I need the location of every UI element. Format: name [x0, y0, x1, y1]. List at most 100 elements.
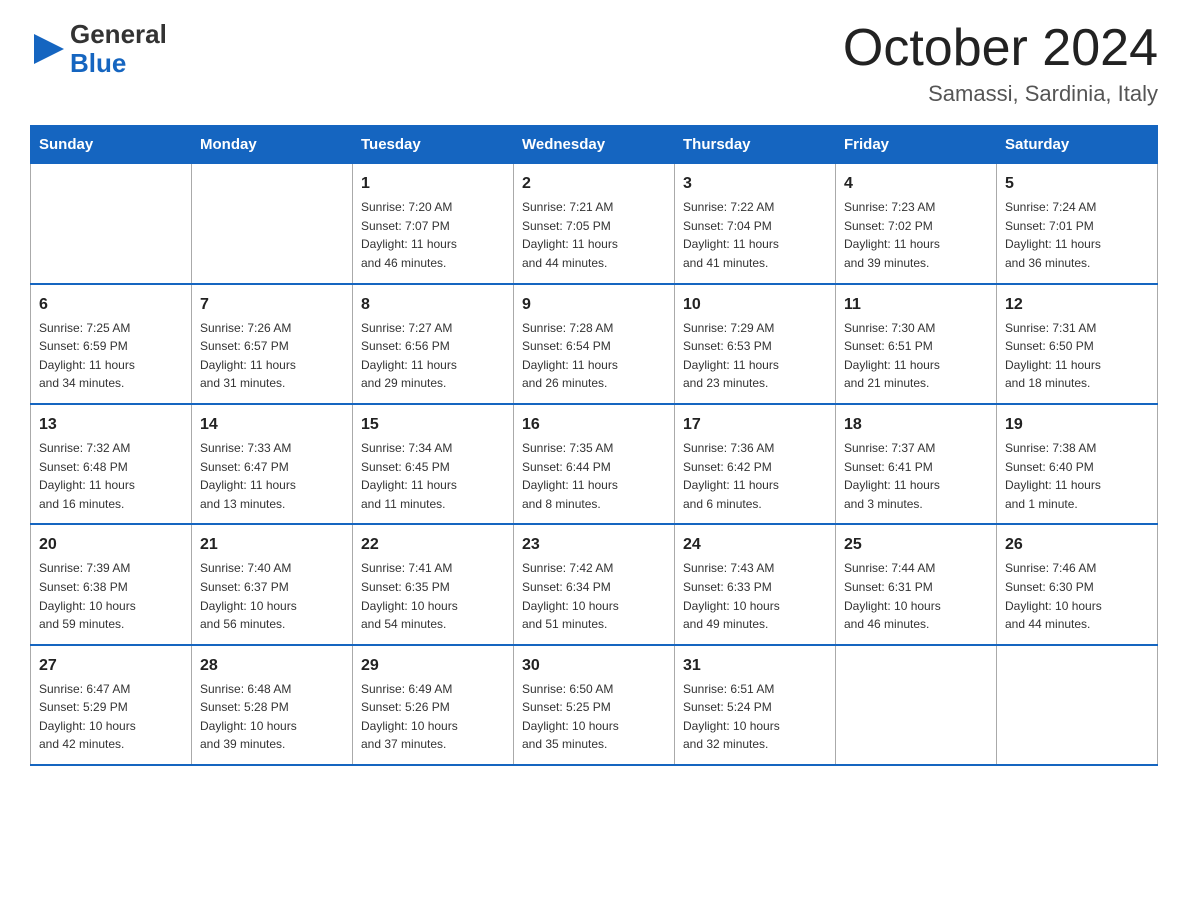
logo-icon: [30, 30, 68, 68]
calendar-cell: 8Sunrise: 7:27 AM Sunset: 6:56 PM Daylig…: [353, 284, 514, 404]
calendar-week-row: 13Sunrise: 7:32 AM Sunset: 6:48 PM Dayli…: [31, 404, 1158, 524]
calendar-cell: 9Sunrise: 7:28 AM Sunset: 6:54 PM Daylig…: [514, 284, 675, 404]
calendar-cell: 27Sunrise: 6:47 AM Sunset: 5:29 PM Dayli…: [31, 645, 192, 765]
day-info: Sunrise: 7:36 AM Sunset: 6:42 PM Dayligh…: [683, 439, 827, 513]
day-info: Sunrise: 6:49 AM Sunset: 5:26 PM Dayligh…: [361, 680, 505, 754]
day-number: 31: [683, 654, 827, 678]
calendar-cell: 23Sunrise: 7:42 AM Sunset: 6:34 PM Dayli…: [514, 524, 675, 644]
day-number: 21: [200, 533, 344, 557]
day-info: Sunrise: 7:30 AM Sunset: 6:51 PM Dayligh…: [844, 319, 988, 393]
calendar-cell: 6Sunrise: 7:25 AM Sunset: 6:59 PM Daylig…: [31, 284, 192, 404]
calendar-week-row: 27Sunrise: 6:47 AM Sunset: 5:29 PM Dayli…: [31, 645, 1158, 765]
day-number: 15: [361, 413, 505, 437]
day-number: 18: [844, 413, 988, 437]
calendar-cell: 15Sunrise: 7:34 AM Sunset: 6:45 PM Dayli…: [353, 404, 514, 524]
calendar-cell: 13Sunrise: 7:32 AM Sunset: 6:48 PM Dayli…: [31, 404, 192, 524]
day-number: 16: [522, 413, 666, 437]
calendar-header-monday: Monday: [192, 126, 353, 164]
calendar-cell: [31, 164, 192, 284]
day-number: 7: [200, 293, 344, 317]
calendar-cell: 20Sunrise: 7:39 AM Sunset: 6:38 PM Dayli…: [31, 524, 192, 644]
calendar-week-row: 6Sunrise: 7:25 AM Sunset: 6:59 PM Daylig…: [31, 284, 1158, 404]
day-number: 2: [522, 172, 666, 196]
day-number: 9: [522, 293, 666, 317]
calendar-cell: 14Sunrise: 7:33 AM Sunset: 6:47 PM Dayli…: [192, 404, 353, 524]
day-info: Sunrise: 7:23 AM Sunset: 7:02 PM Dayligh…: [844, 198, 988, 272]
calendar-cell: 5Sunrise: 7:24 AM Sunset: 7:01 PM Daylig…: [997, 164, 1158, 284]
calendar-cell: 12Sunrise: 7:31 AM Sunset: 6:50 PM Dayli…: [997, 284, 1158, 404]
calendar-header-friday: Friday: [836, 126, 997, 164]
calendar-cell: 17Sunrise: 7:36 AM Sunset: 6:42 PM Dayli…: [675, 404, 836, 524]
day-info: Sunrise: 7:39 AM Sunset: 6:38 PM Dayligh…: [39, 559, 183, 633]
calendar-header-wednesday: Wednesday: [514, 126, 675, 164]
day-info: Sunrise: 7:38 AM Sunset: 6:40 PM Dayligh…: [1005, 439, 1149, 513]
calendar-cell: 25Sunrise: 7:44 AM Sunset: 6:31 PM Dayli…: [836, 524, 997, 644]
day-info: Sunrise: 7:21 AM Sunset: 7:05 PM Dayligh…: [522, 198, 666, 272]
day-number: 12: [1005, 293, 1149, 317]
calendar-cell: 21Sunrise: 7:40 AM Sunset: 6:37 PM Dayli…: [192, 524, 353, 644]
title-block: October 2024 Samassi, Sardinia, Italy: [843, 20, 1158, 107]
day-info: Sunrise: 7:31 AM Sunset: 6:50 PM Dayligh…: [1005, 319, 1149, 393]
day-info: Sunrise: 7:41 AM Sunset: 6:35 PM Dayligh…: [361, 559, 505, 633]
day-info: Sunrise: 7:25 AM Sunset: 6:59 PM Dayligh…: [39, 319, 183, 393]
calendar-cell: 4Sunrise: 7:23 AM Sunset: 7:02 PM Daylig…: [836, 164, 997, 284]
day-info: Sunrise: 7:33 AM Sunset: 6:47 PM Dayligh…: [200, 439, 344, 513]
day-number: 14: [200, 413, 344, 437]
calendar-header-thursday: Thursday: [675, 126, 836, 164]
day-info: Sunrise: 7:27 AM Sunset: 6:56 PM Dayligh…: [361, 319, 505, 393]
day-info: Sunrise: 7:32 AM Sunset: 6:48 PM Dayligh…: [39, 439, 183, 513]
calendar-title: October 2024: [843, 20, 1158, 77]
day-info: Sunrise: 7:37 AM Sunset: 6:41 PM Dayligh…: [844, 439, 988, 513]
calendar-cell: 24Sunrise: 7:43 AM Sunset: 6:33 PM Dayli…: [675, 524, 836, 644]
logo-general-text: General: [70, 20, 167, 49]
calendar-cell: [836, 645, 997, 765]
day-number: 23: [522, 533, 666, 557]
calendar-cell: 19Sunrise: 7:38 AM Sunset: 6:40 PM Dayli…: [997, 404, 1158, 524]
day-number: 26: [1005, 533, 1149, 557]
day-info: Sunrise: 6:47 AM Sunset: 5:29 PM Dayligh…: [39, 680, 183, 754]
page-header: General Blue October 2024 Samassi, Sardi…: [30, 20, 1158, 107]
day-info: Sunrise: 7:24 AM Sunset: 7:01 PM Dayligh…: [1005, 198, 1149, 272]
calendar-cell: 18Sunrise: 7:37 AM Sunset: 6:41 PM Dayli…: [836, 404, 997, 524]
day-info: Sunrise: 7:34 AM Sunset: 6:45 PM Dayligh…: [361, 439, 505, 513]
calendar-cell: 29Sunrise: 6:49 AM Sunset: 5:26 PM Dayli…: [353, 645, 514, 765]
day-number: 22: [361, 533, 505, 557]
day-number: 6: [39, 293, 183, 317]
calendar-cell: 1Sunrise: 7:20 AM Sunset: 7:07 PM Daylig…: [353, 164, 514, 284]
day-number: 24: [683, 533, 827, 557]
day-info: Sunrise: 7:46 AM Sunset: 6:30 PM Dayligh…: [1005, 559, 1149, 633]
logo-blue-text: Blue: [70, 49, 167, 78]
day-number: 5: [1005, 172, 1149, 196]
day-info: Sunrise: 7:29 AM Sunset: 6:53 PM Dayligh…: [683, 319, 827, 393]
calendar-header-sunday: Sunday: [31, 126, 192, 164]
day-info: Sunrise: 7:26 AM Sunset: 6:57 PM Dayligh…: [200, 319, 344, 393]
day-number: 13: [39, 413, 183, 437]
day-number: 30: [522, 654, 666, 678]
calendar-cell: [997, 645, 1158, 765]
day-number: 11: [844, 293, 988, 317]
day-number: 1: [361, 172, 505, 196]
day-number: 28: [200, 654, 344, 678]
day-info: Sunrise: 7:35 AM Sunset: 6:44 PM Dayligh…: [522, 439, 666, 513]
calendar-cell: 30Sunrise: 6:50 AM Sunset: 5:25 PM Dayli…: [514, 645, 675, 765]
day-number: 10: [683, 293, 827, 317]
day-number: 27: [39, 654, 183, 678]
day-info: Sunrise: 6:51 AM Sunset: 5:24 PM Dayligh…: [683, 680, 827, 754]
calendar-cell: 28Sunrise: 6:48 AM Sunset: 5:28 PM Dayli…: [192, 645, 353, 765]
calendar-cell: 7Sunrise: 7:26 AM Sunset: 6:57 PM Daylig…: [192, 284, 353, 404]
day-number: 29: [361, 654, 505, 678]
day-info: Sunrise: 7:43 AM Sunset: 6:33 PM Dayligh…: [683, 559, 827, 633]
calendar-cell: [192, 164, 353, 284]
day-number: 25: [844, 533, 988, 557]
calendar-cell: 2Sunrise: 7:21 AM Sunset: 7:05 PM Daylig…: [514, 164, 675, 284]
calendar-cell: 22Sunrise: 7:41 AM Sunset: 6:35 PM Dayli…: [353, 524, 514, 644]
day-info: Sunrise: 7:42 AM Sunset: 6:34 PM Dayligh…: [522, 559, 666, 633]
day-info: Sunrise: 7:22 AM Sunset: 7:04 PM Dayligh…: [683, 198, 827, 272]
calendar-header-tuesday: Tuesday: [353, 126, 514, 164]
day-info: Sunrise: 6:50 AM Sunset: 5:25 PM Dayligh…: [522, 680, 666, 754]
day-info: Sunrise: 6:48 AM Sunset: 5:28 PM Dayligh…: [200, 680, 344, 754]
day-number: 8: [361, 293, 505, 317]
calendar-cell: 31Sunrise: 6:51 AM Sunset: 5:24 PM Dayli…: [675, 645, 836, 765]
calendar-subtitle: Samassi, Sardinia, Italy: [843, 81, 1158, 107]
calendar-cell: 10Sunrise: 7:29 AM Sunset: 6:53 PM Dayli…: [675, 284, 836, 404]
